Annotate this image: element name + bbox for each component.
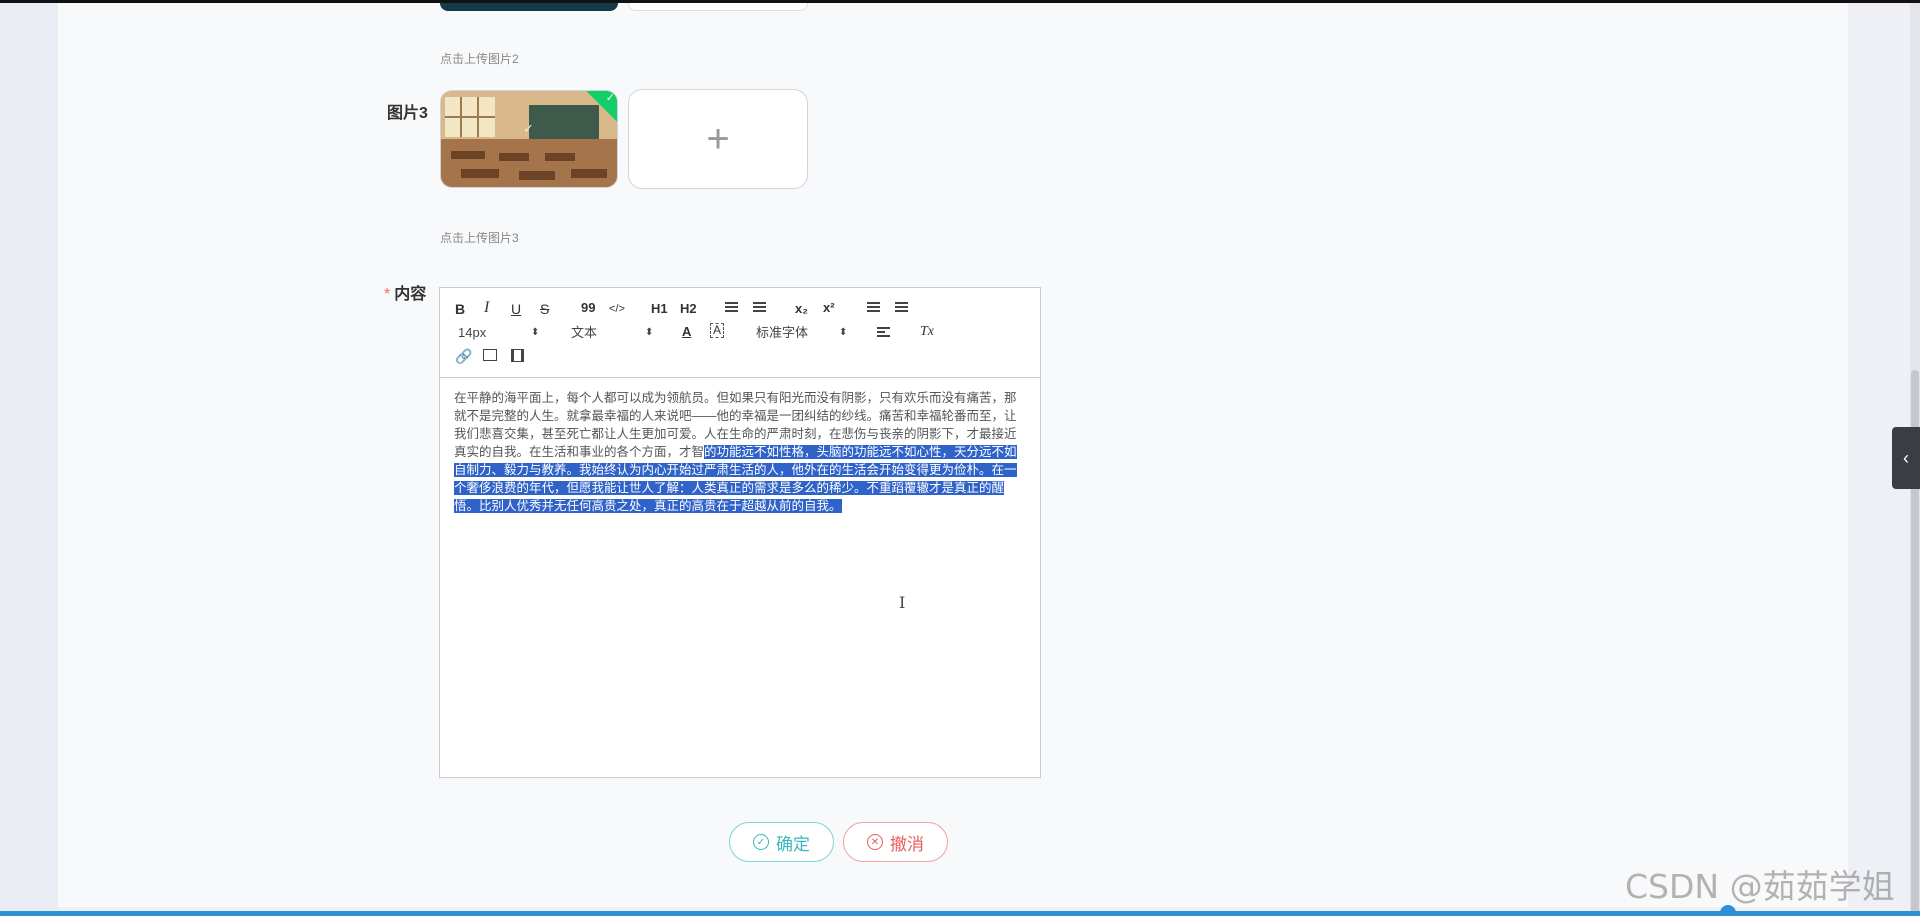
required-mark: * — [384, 286, 391, 303]
editor-toolbar: B I U S 99 </> H1 H2 x₂ x² 14px ⬍ 文本 ⬍ A… — [440, 288, 1040, 378]
text-cursor-icon: I — [899, 593, 906, 612]
strike-icon[interactable]: S — [540, 300, 549, 318]
header-arrow-icon[interactable]: ⬍ — [645, 324, 653, 342]
header1-icon[interactable]: H1 — [651, 300, 668, 318]
font-color-icon[interactable]: A — [682, 323, 691, 341]
ordered-list-icon[interactable] — [725, 302, 738, 314]
editor-content[interactable]: 在平静的海平面上，每个人都可以成为领航员。但如果只有阳光而没有阴影，只有欢乐而没… — [440, 378, 1040, 515]
upload-hint-2: 点击上传图片2 — [440, 52, 519, 66]
left-gutter — [0, 3, 58, 916]
outdent-icon[interactable] — [867, 302, 880, 314]
image3-label: 图片3 — [387, 105, 428, 122]
header2-icon[interactable]: H2 — [680, 300, 697, 318]
collapse-panel-button[interactable]: ‹ — [1892, 427, 1920, 489]
bold-icon[interactable]: B — [455, 300, 465, 318]
bullet-list-icon[interactable] — [753, 302, 766, 314]
check-overlay-icon: ✓ — [523, 121, 534, 136]
check-circle-icon: ✓ — [753, 834, 769, 850]
link-icon[interactable]: 🔗 — [455, 347, 472, 365]
plus-icon: + — [706, 116, 730, 161]
chevron-left-icon: ‹ — [1903, 447, 1909, 468]
image3-upload-button[interactable]: + — [628, 89, 808, 189]
superscript-icon[interactable]: x² — [823, 299, 835, 317]
content-label-text: 内容 — [394, 286, 427, 303]
subscript-icon[interactable]: x₂ — [795, 300, 808, 318]
bottom-bar — [0, 911, 1920, 916]
indent-icon[interactable] — [895, 302, 908, 314]
background-color-icon[interactable]: A — [710, 323, 725, 338]
cancel-button[interactable]: ✕ 撤消 — [843, 822, 948, 862]
font-family-select[interactable]: 标准字体 — [756, 324, 808, 342]
video-icon[interactable] — [511, 349, 524, 362]
image2-upload-button[interactable] — [628, 3, 808, 11]
font-family-arrow-icon[interactable]: ⬍ — [839, 324, 847, 342]
image3-thumbnail[interactable]: ✓ ✓ — [440, 90, 618, 188]
align-icon[interactable] — [877, 327, 890, 339]
confirm-label: 确定 — [776, 834, 810, 854]
code-block-icon[interactable]: </> — [609, 300, 625, 318]
header-select[interactable]: 文本 — [571, 324, 597, 342]
italic-icon[interactable]: I — [484, 299, 489, 317]
cancel-label: 撤消 — [890, 834, 924, 854]
content-label: * 内容 — [384, 280, 426, 304]
blockquote-icon[interactable]: 99 — [581, 299, 595, 317]
classroom-image — [441, 91, 617, 187]
image-icon[interactable] — [483, 349, 497, 361]
upload-hint-3: 点击上传图片3 — [440, 231, 519, 245]
underline-icon[interactable]: U — [511, 300, 521, 318]
font-size-select[interactable]: 14px — [458, 324, 486, 342]
check-icon: ✓ — [605, 92, 615, 104]
font-size-arrow-icon[interactable]: ⬍ — [531, 324, 539, 342]
clean-format-icon[interactable]: Tx — [920, 323, 934, 341]
rich-text-editor[interactable]: B I U S 99 </> H1 H2 x₂ x² 14px ⬍ 文本 ⬍ A… — [439, 287, 1041, 778]
bottom-indicator — [1720, 905, 1736, 916]
confirm-button[interactable]: ✓ 确定 — [729, 822, 834, 862]
close-circle-icon: ✕ — [867, 834, 883, 850]
image2-thumbnail[interactable] — [440, 3, 618, 11]
watermark: CSDN @茹茹学姐 — [1625, 867, 1895, 906]
